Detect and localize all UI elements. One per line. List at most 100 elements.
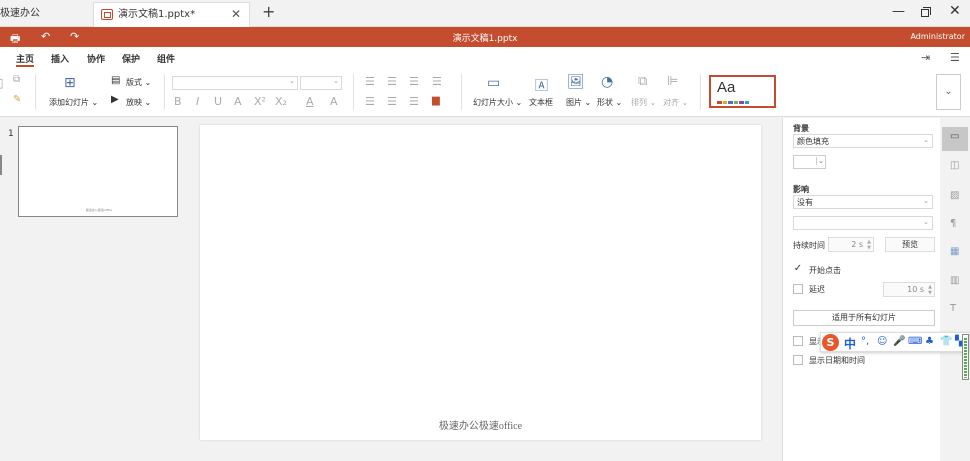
text-art-settings-icon[interactable]: T [950, 303, 956, 314]
font-size-select[interactable]: ⌄ [300, 76, 342, 90]
highlight-icon[interactable]: A [330, 95, 338, 108]
tab-collaborate[interactable]: 协作 [87, 52, 105, 65]
slide-canvas[interactable]: 极速办公极速office [200, 125, 761, 440]
delay-checkbox[interactable] [793, 284, 803, 294]
show-slide-number-checkbox[interactable] [793, 336, 803, 346]
tab-protect[interactable]: 保护 [122, 52, 140, 65]
align-text-icon[interactable]: ☰ [365, 95, 375, 108]
effect-select[interactable]: 没有 ⌄ [793, 195, 933, 209]
layout-button[interactable]: 版式 ⌄ [126, 77, 151, 88]
tab-components[interactable]: 组件 [157, 52, 175, 65]
effect-option-select[interactable]: ⌄ [793, 216, 933, 230]
vertical-align-icon[interactable]: ☰ [387, 95, 397, 108]
tab-home[interactable]: 主页 [16, 52, 34, 65]
duration-spinner[interactable]: 2 s ▲ ▼ [828, 237, 874, 252]
divider [353, 74, 354, 110]
preview-button[interactable]: 预览 [885, 237, 935, 252]
slide-footer-text[interactable]: 极速办公极速office [200, 417, 761, 432]
bullets-icon[interactable]: ☰ [365, 75, 375, 88]
slide-size-button[interactable]: 幻灯片大小 ⌄ [473, 97, 522, 108]
show-date-label: 显示日期和时间 [809, 356, 865, 365]
start-on-click-checkbox[interactable]: ✓ [793, 264, 803, 275]
strikethrough-icon[interactable]: A [234, 95, 242, 108]
chart-settings-icon[interactable]: ▥ [950, 275, 959, 286]
image-settings-icon[interactable]: ▨ [950, 190, 959, 201]
menu-icon[interactable]: ☰ [950, 51, 960, 64]
start-on-click-label: 开始点击 [809, 266, 841, 275]
increase-indent-icon[interactable]: ☰ [432, 75, 442, 88]
expand-themes-button[interactable]: ⌄ [936, 74, 961, 110]
play-button[interactable]: 放映 ⌄ [126, 97, 151, 108]
paste-icon[interactable]: ▯ [0, 76, 4, 90]
skin-icon[interactable]: 👕 [940, 336, 952, 347]
fill-type-value: 颜色填充 [797, 137, 829, 146]
background-label: 背景 [793, 124, 809, 133]
microphone-icon[interactable]: 🎤 [893, 336, 905, 347]
shape-icon: ◔ [601, 74, 614, 90]
apply-to-all-button[interactable]: 适用于所有幻灯片 [793, 310, 935, 326]
user-name[interactable]: Administrator [910, 32, 965, 41]
paragraph-settings-icon[interactable]: ¶ [950, 218, 956, 229]
line-spacing-icon[interactable]: ☰ [409, 95, 419, 108]
minimize-button[interactable]: — [892, 4, 905, 19]
presentation-icon [101, 9, 113, 20]
divider [461, 74, 462, 110]
document-tab-label: 演示文稿1.pptx* [118, 9, 196, 20]
add-slide-button[interactable]: 添加幻灯片 ⌄ [49, 97, 98, 108]
tab-insert[interactable]: 插入 [51, 52, 69, 65]
fill-color-icon[interactable]: ▆ [432, 95, 440, 106]
theme-color-swatch [717, 101, 722, 104]
emoji-icon[interactable]: ☺ [877, 336, 887, 347]
panel-resize-handle[interactable] [0, 155, 2, 175]
numbering-icon[interactable]: ☰ [387, 75, 397, 88]
format-painter-icon[interactable]: ✎ [13, 94, 21, 105]
divider [35, 74, 36, 110]
arrange-button[interactable]: 排列 ⌄ [631, 97, 656, 108]
subscript-icon[interactable]: X₂ [275, 95, 287, 108]
theme-color-swatch [722, 101, 727, 104]
new-tab-button[interactable]: + [262, 2, 275, 21]
theme-color-swatch [744, 101, 749, 104]
delay-spinner[interactable]: 10 s ▲ ▼ [883, 282, 935, 297]
slide-settings-icon[interactable]: ▭ [950, 131, 959, 142]
table-settings-icon[interactable]: ▦ [950, 246, 959, 257]
add-slide-icon[interactable]: ⊞ [64, 75, 76, 91]
slide-thumbnail[interactable]: 极速办公极速office [18, 126, 178, 217]
align-button[interactable]: 对齐 ⌄ [663, 97, 688, 108]
restore-button[interactable] [921, 7, 931, 17]
duration-value: 2 s [851, 240, 863, 249]
title-bar: 🖶 ↶ ↷ 演示文稿1.pptx Administrator [0, 27, 970, 47]
shape-settings-icon[interactable]: ◫ [950, 160, 959, 171]
align-icon: ⊫ [667, 74, 679, 89]
menu-bar: 主页 插入 协作 保护 组件 ⇥ ☰ [0, 47, 970, 68]
delay-value: 10 s [907, 285, 924, 294]
textbox-icon: 🄰 [535, 79, 549, 94]
shape-button[interactable]: 形状 ⌄ [597, 97, 622, 108]
copy-icon[interactable]: ⧉ [13, 74, 20, 85]
underline-icon[interactable]: U [214, 95, 222, 108]
sogou-logo-icon[interactable]: S [822, 334, 839, 351]
document-tab[interactable]: 演示文稿1.pptx* ✕ [93, 2, 250, 27]
fill-type-select[interactable]: 颜色填充 ⌄ [793, 134, 933, 148]
show-date-checkbox[interactable] [793, 355, 803, 365]
user-icon[interactable]: ♣ [925, 336, 934, 347]
effect-value: 没有 [797, 198, 813, 207]
open-location-icon[interactable]: ⇥ [921, 51, 930, 64]
background-color-button[interactable]: ⌄ [793, 155, 826, 169]
keyboard-icon[interactable]: ⌨ [908, 336, 922, 347]
font-color-icon[interactable]: A [306, 95, 314, 108]
picture-button[interactable]: 图片 ⌄ [566, 97, 591, 108]
punctuation-icon[interactable]: °, [861, 336, 869, 347]
ime-toolbar[interactable]: S 中 °, ☺ 🎤 ⌨ ♣ 👕 ▚ [820, 332, 970, 352]
app-tab[interactable]: 极速办公 [0, 0, 40, 27]
input-mode-label[interactable]: 中 [844, 335, 856, 352]
textbox-button[interactable]: 文本框 [529, 97, 553, 108]
close-tab-icon[interactable]: ✕ [231, 3, 241, 26]
theme-preview[interactable]: Aa [709, 75, 776, 108]
bold-icon[interactable]: B [174, 95, 182, 108]
window-close-button[interactable]: ✕ [949, 3, 961, 19]
superscript-icon[interactable]: X² [254, 95, 266, 108]
font-family-select[interactable]: ⌄ [172, 76, 298, 90]
italic-icon[interactable]: I [196, 95, 199, 108]
decrease-indent-icon[interactable]: ☰ [409, 75, 419, 88]
